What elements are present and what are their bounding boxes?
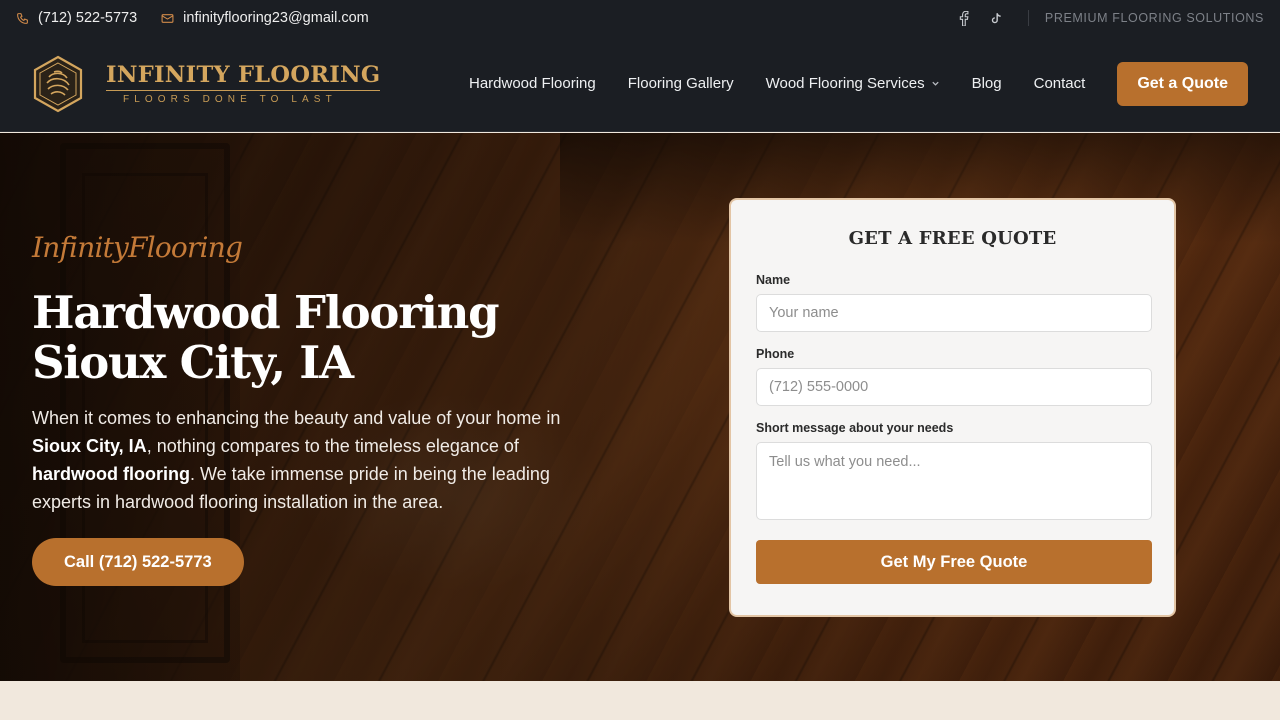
phone-icon bbox=[17, 12, 28, 24]
mail-icon bbox=[161, 13, 174, 23]
phone-link[interactable]: (712) 522-5773 bbox=[16, 10, 137, 26]
top-bar: (712) 522-5773 infinityflooring23@gmail.… bbox=[0, 0, 1280, 36]
message-textarea[interactable] bbox=[756, 442, 1152, 520]
form-title: GET A FREE QUOTE bbox=[848, 228, 1057, 249]
chevron-down-icon bbox=[931, 81, 939, 86]
desc-bold-location: Sioux City, IA bbox=[32, 436, 147, 456]
nav-contact[interactable]: Contact bbox=[1034, 75, 1086, 92]
next-section-band bbox=[0, 681, 1280, 720]
submit-quote-button[interactable]: Get My Free Quote bbox=[756, 540, 1152, 584]
logo[interactable]: INFINITY FLOORING FLOORS DONE TO LAST bbox=[32, 55, 381, 113]
logo-subtitle: FLOORS DONE TO LAST bbox=[123, 94, 337, 105]
hero-content: InfinityFlooring Hardwood Flooring Sioux… bbox=[32, 231, 612, 586]
main-header: INFINITY FLOORING FLOORS DONE TO LAST Ha… bbox=[0, 36, 1280, 132]
hero-description: When it comes to enhancing the beauty an… bbox=[32, 404, 607, 516]
tagline: PREMIUM FLOORING SOLUTIONS bbox=[1044, 11, 1264, 25]
divider bbox=[1027, 10, 1029, 26]
call-button[interactable]: Call (712) 522-5773 bbox=[32, 538, 244, 586]
message-label: Short message about your needs bbox=[756, 421, 954, 435]
name-input[interactable] bbox=[756, 294, 1152, 332]
phone-text: (712) 522-5773 bbox=[38, 10, 138, 26]
get-quote-button[interactable]: Get a Quote bbox=[1117, 61, 1248, 106]
logo-hexagon-icon bbox=[33, 55, 83, 112]
phone-input[interactable] bbox=[756, 368, 1152, 406]
nav-wood-flooring-services-label: Wood Flooring Services bbox=[765, 75, 925, 92]
desc-bold-service: hardwood flooring bbox=[32, 464, 190, 484]
email-text: infinityflooring23@gmail.com bbox=[183, 10, 369, 26]
desc-text-2: , nothing compares to the timeless elega… bbox=[146, 436, 519, 456]
email-link[interactable]: infinityflooring23@gmail.com bbox=[161, 10, 369, 26]
logo-rule bbox=[106, 90, 381, 91]
hero-brand: InfinityFlooring bbox=[32, 231, 243, 264]
desc-text-1: When it comes to enhancing the beauty an… bbox=[32, 408, 561, 428]
hero-section: InfinityFlooring Hardwood Flooring Sioux… bbox=[0, 133, 1280, 681]
quote-form: GET A FREE QUOTE Name Phone Short messag… bbox=[729, 198, 1176, 617]
tiktok-icon[interactable] bbox=[988, 10, 1004, 26]
nav-blog[interactable]: Blog bbox=[972, 75, 1002, 92]
nav-hardwood-flooring[interactable]: Hardwood Flooring bbox=[469, 75, 596, 92]
phone-label: Phone bbox=[756, 347, 795, 361]
name-label: Name bbox=[756, 273, 791, 287]
nav-flooring-gallery[interactable]: Flooring Gallery bbox=[628, 75, 734, 92]
nav-wood-flooring-services[interactable]: Wood Flooring Services bbox=[766, 75, 940, 92]
logo-title: INFINITY FLOORING bbox=[106, 62, 381, 88]
main-nav: Hardwood Flooring Flooring Gallery Wood … bbox=[469, 61, 1248, 106]
facebook-icon[interactable] bbox=[956, 10, 972, 26]
hero-title: Hardwood Flooring Sioux City, IA bbox=[32, 286, 500, 389]
